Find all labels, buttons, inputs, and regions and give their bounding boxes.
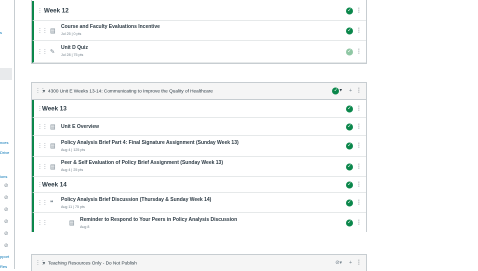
item-title-link[interactable]: Reminder to Respond to Your Peers in Pol… — [80, 217, 237, 223]
more-options-icon[interactable]: ⋮ — [356, 220, 362, 226]
item-details: Aug 4 | 125 pts — [61, 148, 86, 152]
drag-handle-icon[interactable]: ⋮⋮ — [37, 27, 48, 34]
more-options-icon[interactable]: ⋮ — [356, 8, 362, 14]
nav-selected-item[interactable] — [0, 68, 12, 80]
course-nav-sidebar: s nces Drive ions ⊘ ⊘ ⊘ ⊘ ⊘ ⊘ pport Res — [0, 0, 14, 269]
nav-label-partial[interactable]: Drive — [0, 150, 9, 155]
module-header-row[interactable]: ⋮⋮ Week 13 ✓ ⋮ — [32, 100, 366, 118]
more-options-icon[interactable]: ⋮ — [356, 124, 362, 130]
assignment-icon: ▤ — [50, 28, 56, 34]
more-options-icon[interactable]: ⋮ — [356, 143, 362, 149]
nav-label-partial[interactable]: pport — [0, 254, 9, 259]
item-title-link[interactable]: Unit D Quiz — [61, 45, 88, 51]
page-icon: ▤ — [50, 124, 56, 130]
eye-icon[interactable]: ⊘ — [4, 195, 8, 201]
module-item-row[interactable]: ⋮⋮ ❝ Policy Analysis Brief Discussion (T… — [32, 193, 366, 213]
item-title-link[interactable]: Policy Analysis Brief Part 4: Final Sign… — [61, 140, 239, 146]
assignment-icon: ▤ — [50, 164, 56, 170]
item-title-link[interactable]: Policy Analysis Brief Discussion (Thursd… — [61, 197, 211, 203]
published-check-icon[interactable]: ✓ — [346, 105, 353, 112]
add-item-icon[interactable]: + — [349, 88, 352, 94]
item-details: Aug 4 | 25 pts — [61, 168, 84, 172]
more-options-icon[interactable]: ⋮ — [356, 260, 362, 266]
module-item-row[interactable]: ⋮⋮ ✎ Unit D Quiz Jul 28 | 75 pts ✓ ⋮ — [32, 41, 366, 63]
assignment-icon: ▤ — [50, 143, 56, 150]
nav-label-partial[interactable]: ions — [0, 174, 7, 179]
nav-label-partial[interactable]: s — [0, 30, 2, 35]
published-check-icon[interactable]: ✓ — [346, 199, 353, 206]
drag-handle-icon[interactable]: ⋮⋮ — [37, 199, 48, 206]
item-title-link[interactable]: Peer & Self Evaluation of Policy Brief A… — [61, 160, 223, 166]
published-check-icon[interactable]: ✓ — [346, 142, 353, 150]
item-details: Jul 28 | 75 pts — [61, 53, 84, 57]
add-item-icon[interactable]: + — [349, 260, 352, 266]
module-teaching-resources: ⋮⋮ ▼ Teaching Resources Only - Do Not Pu… — [31, 254, 367, 271]
module-previous: ⋮⋮ Week 12 ✓ ⋮ ⋮⋮ ▤ Course and Faculty E… — [31, 0, 367, 64]
more-options-icon[interactable]: ⋮ — [356, 164, 362, 170]
eye-icon[interactable]: ⊘ — [4, 207, 8, 213]
module-unit-e: ⋮⋮ ▼ 4300 Unit E Weeks 13-14: Communicat… — [31, 82, 367, 232]
published-check-icon[interactable]: ✓ — [346, 181, 353, 188]
unpublished-icon[interactable]: ⊘▾ — [335, 260, 342, 266]
published-check-icon[interactable]: ✓▾ — [332, 87, 342, 95]
collapse-caret-icon[interactable]: ▼ — [42, 89, 46, 94]
item-details: Aug 8 — [80, 225, 90, 229]
module-item-row[interactable]: ⋮⋮ ▤ Unit E Overview ✓ ⋮ — [32, 118, 366, 136]
module-header-row[interactable]: ⋮⋮ Week 12 ✓ ⋮ — [32, 1, 366, 21]
drag-handle-icon[interactable]: ⋮⋮ — [37, 163, 48, 170]
nav-label-partial[interactable]: nces — [0, 140, 8, 145]
published-check-icon[interactable]: ✓ — [346, 219, 353, 226]
module-title[interactable]: 4300 Unit E Weeks 13-14: Communicating t… — [48, 89, 213, 94]
quiz-icon: ✎ — [50, 49, 56, 55]
page-icon: ▤ — [69, 220, 75, 226]
more-options-icon[interactable]: ⋮ — [356, 88, 362, 94]
module-item-row[interactable]: ⋮⋮ ▤ Policy Analysis Brief Part 4: Final… — [32, 136, 366, 157]
item-details: Jul 25 | 0 pts — [61, 32, 82, 36]
item-title-link[interactable]: Course and Faculty Evaluations Incentive — [61, 24, 160, 30]
more-options-icon[interactable]: ⋮ — [356, 28, 362, 34]
eye-icon[interactable]: ⊘ — [4, 231, 8, 237]
module-item-row[interactable]: ⋮⋮ ▤ Peer & Self Evaluation of Policy Br… — [32, 157, 366, 177]
nav-label-partial[interactable]: Res — [0, 264, 7, 269]
module-item-row[interactable]: ⋮⋮ ▤ Reminder to Respond to Your Peers i… — [32, 213, 366, 232]
more-options-icon[interactable]: ⋮ — [356, 49, 362, 55]
discussion-icon: ❝ — [50, 200, 54, 206]
published-check-icon[interactable]: ✓ — [346, 123, 353, 130]
published-check-icon[interactable]: ✓ — [346, 7, 353, 14]
more-options-icon[interactable]: ⋮ — [356, 106, 362, 112]
drag-handle-icon[interactable]: ⋮⋮ — [37, 48, 48, 55]
eye-icon[interactable]: ⊘ — [4, 243, 8, 249]
subheader-title: Week 12 — [44, 7, 69, 14]
subheader-title: Week 13 — [42, 105, 67, 112]
published-check-icon[interactable]: ✓ — [346, 48, 353, 55]
eye-icon[interactable]: ⊘ — [4, 183, 8, 189]
drag-handle-icon[interactable]: ⋮⋮ — [37, 219, 48, 226]
module-item-row[interactable]: ⋮⋮ ▤ Course and Faculty Evaluations Ince… — [32, 21, 366, 41]
published-check-icon[interactable]: ✓ — [346, 163, 353, 170]
subheader-title: Week 14 — [42, 181, 67, 188]
more-options-icon[interactable]: ⋮ — [356, 182, 362, 188]
item-details: Aug 11 | 75 pts — [61, 205, 85, 209]
item-title-link[interactable]: Unit E Overview — [61, 124, 99, 130]
module-header[interactable]: ⋮⋮ ▼ 4300 Unit E Weeks 13-14: Communicat… — [32, 83, 366, 100]
more-options-icon[interactable]: ⋮ — [356, 200, 362, 206]
module-title[interactable]: Teaching Resources Only - Do Not Publish — [48, 261, 137, 266]
sidebar-divider — [14, 0, 15, 269]
collapse-caret-icon[interactable]: ▼ — [42, 261, 46, 266]
drag-handle-icon[interactable]: ⋮⋮ — [37, 143, 48, 150]
module-header-row[interactable]: ⋮⋮ Week 14 ✓ ⋮ — [32, 177, 366, 193]
eye-icon[interactable]: ⊘ — [4, 219, 8, 225]
published-check-icon[interactable]: ✓ — [346, 27, 353, 34]
drag-handle-icon[interactable]: ⋮⋮ — [37, 123, 48, 130]
